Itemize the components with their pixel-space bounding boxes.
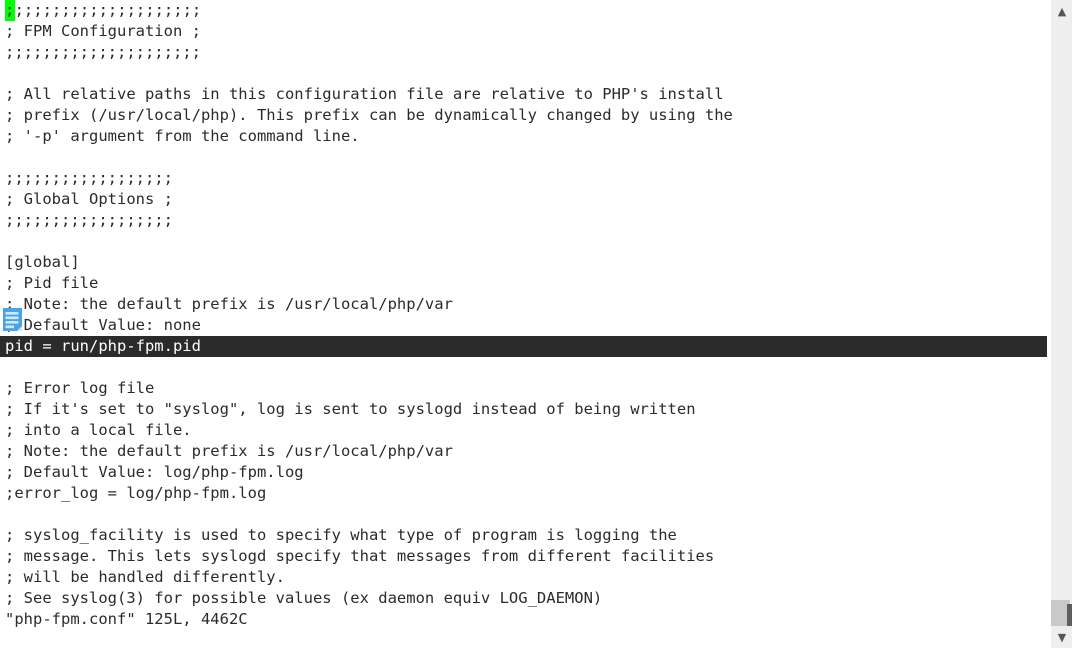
vim-editor-window: ;;;;;;;;;;;;;;;;;;;;;; FPM Configuration… — [0, 0, 1072, 648]
editor-line[interactable]: ; '-p' argument from the command line. — [0, 126, 1050, 147]
editor-line[interactable]: ; will be handled differently. — [0, 567, 1050, 588]
scrollbar-up-button[interactable]: ▲ — [1051, 0, 1072, 22]
editor-line[interactable]: [global] — [0, 252, 1050, 273]
text-cursor: ; — [5, 0, 15, 21]
editor-line[interactable]: ;error_log = log/php-fpm.log — [0, 483, 1050, 504]
editor-line[interactable]: ; into a local file. — [0, 420, 1050, 441]
editor-line[interactable]: ; Default Value: log/php-fpm.log — [0, 462, 1050, 483]
editor-line[interactable]: ; Note: the default prefix is /usr/local… — [0, 294, 1050, 315]
editor-line[interactable]: ; Global Options ; — [0, 189, 1050, 210]
editor-line[interactable]: ;;;;;;;;;;;;;;;;;;;;; — [0, 0, 1050, 21]
chevron-down-icon: ▼ — [1057, 630, 1067, 644]
editor-line[interactable]: ; message. This lets syslogd specify tha… — [0, 546, 1050, 567]
editor-line[interactable]: ; See syslog(3) for possible values (ex … — [0, 588, 1050, 609]
editor-line[interactable]: ; prefix (/usr/local/php). This prefix c… — [0, 105, 1050, 126]
vertical-scrollbar[interactable]: ▲ ▼ — [1050, 0, 1072, 648]
editor-line[interactable]: ;;;;;;;;;;;;;;;;;; — [0, 210, 1050, 231]
editor-line[interactable] — [0, 504, 1050, 525]
editor-line[interactable] — [0, 357, 1050, 378]
status-line: "php-fpm.conf" 125L, 4462C — [5, 610, 248, 628]
editor-line[interactable]: ; Note: the default prefix is /usr/local… — [0, 441, 1050, 462]
editor-line[interactable]: ; syslog_facility is used to specify wha… — [0, 525, 1050, 546]
chevron-up-icon: ▲ — [1057, 4, 1067, 18]
editor-line[interactable] — [0, 147, 1050, 168]
editor-line[interactable]: ; All relative paths in this configurati… — [0, 84, 1050, 105]
editor-line[interactable] — [0, 231, 1050, 252]
editor-line[interactable]: ; FPM Configuration ; — [0, 21, 1050, 42]
editor-line[interactable]: ; Pid file — [0, 273, 1050, 294]
editor-line[interactable]: ; Default Value: none — [0, 315, 1050, 336]
editor-line[interactable]: ;;;;;;;;;;;;;;;;;;;;; — [0, 42, 1050, 63]
editor-line[interactable]: ; If it's set to "syslog", log is sent t… — [0, 399, 1050, 420]
editor-text-area[interactable]: ;;;;;;;;;;;;;;;;;;;;;; FPM Configuration… — [0, 0, 1050, 648]
editor-line[interactable] — [0, 63, 1050, 84]
note-document-icon — [2, 307, 24, 334]
editor-line-highlighted[interactable]: pid = run/php-fpm.pid — [0, 336, 1047, 357]
editor-line[interactable]: ; Error log file — [0, 378, 1050, 399]
editor-line[interactable]: ;;;;;;;;;;;;;;;;;; — [0, 168, 1050, 189]
scrollbar-down-button[interactable]: ▼ — [1051, 626, 1072, 648]
